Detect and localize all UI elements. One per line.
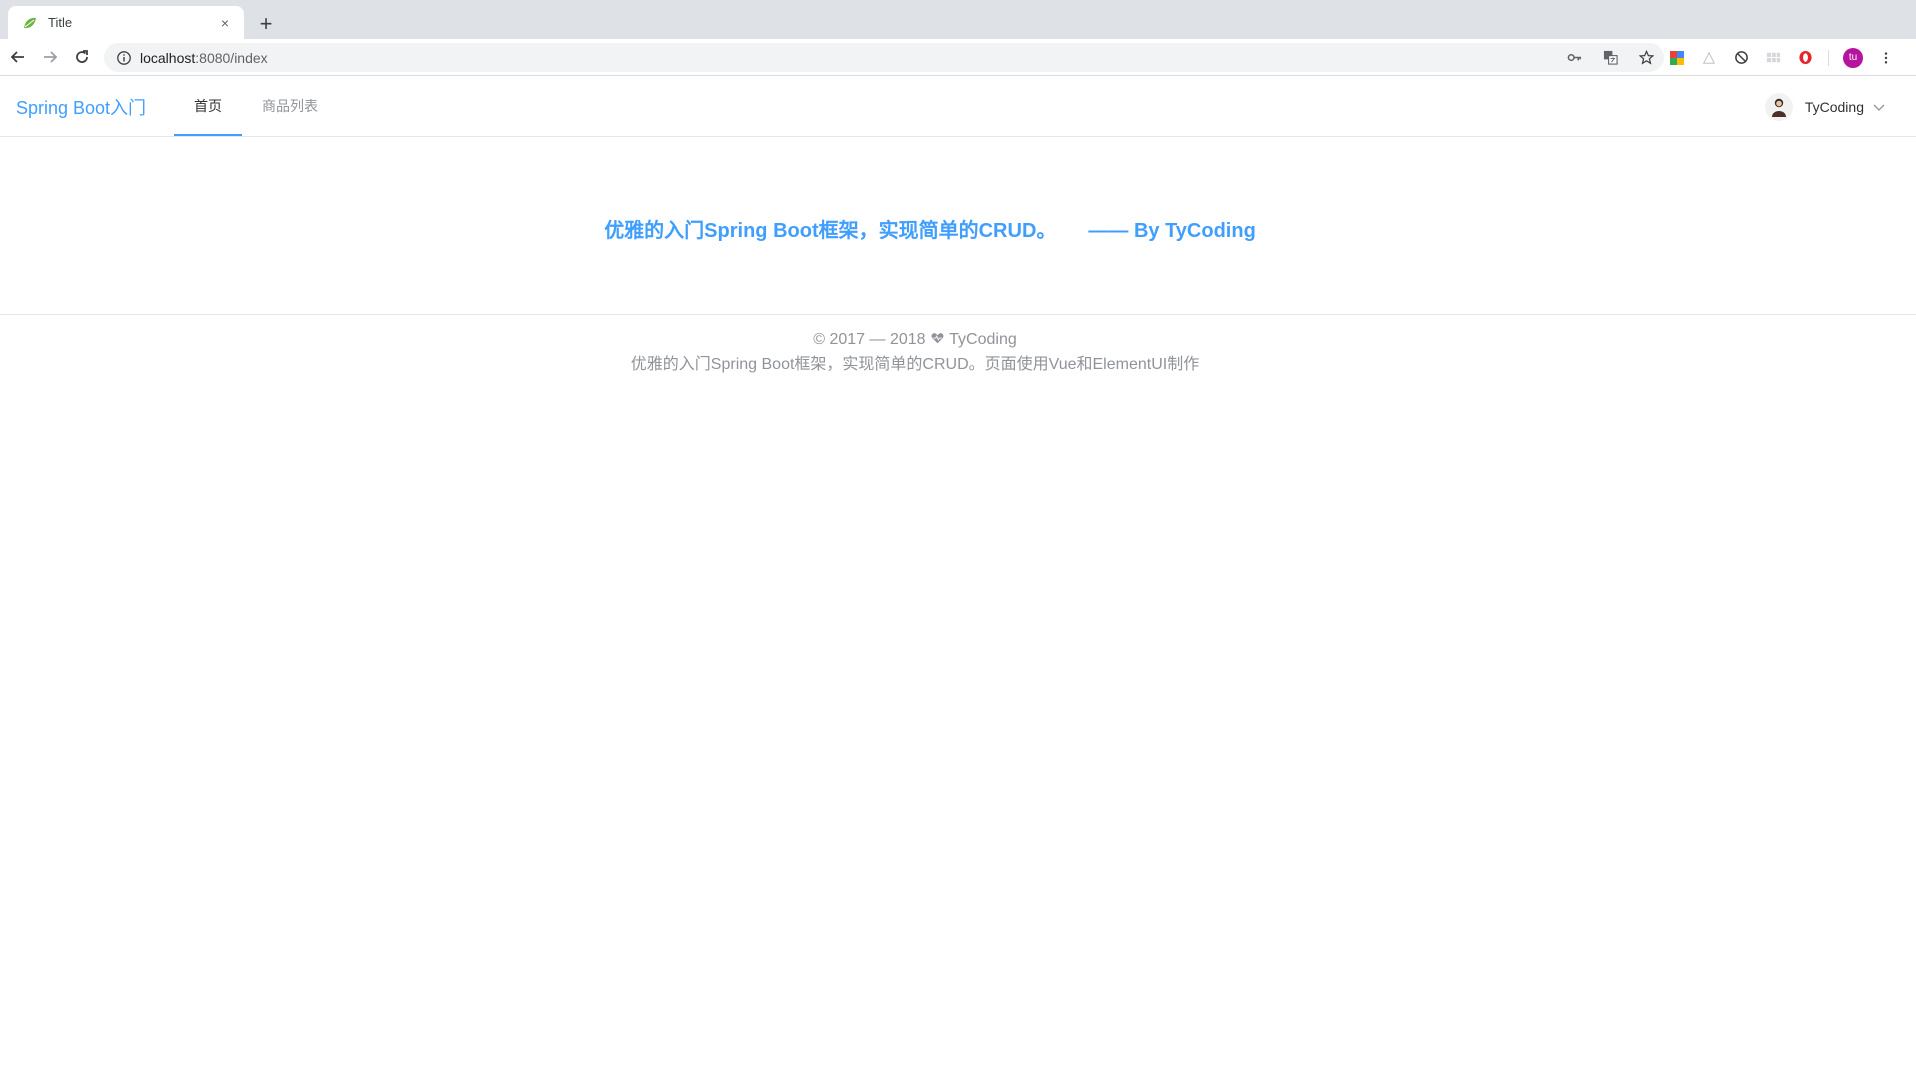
browser-tab[interactable]: Title × — [8, 6, 244, 39]
color-palette-extension-icon[interactable] — [1668, 49, 1686, 67]
footer-description: 优雅的入门Spring Boot框架，实现简单的CRUD。页面使用Vue和Ele… — [630, 356, 1200, 373]
back-button[interactable] — [3, 42, 33, 72]
opera-extension-icon[interactable] — [1796, 49, 1814, 67]
browser-tab-strip: Title × + — [0, 0, 1916, 39]
page-footer: © 2017 — 2018 TyCoding 优雅的入门Spring Boot框… — [0, 314, 1916, 377]
reload-button[interactable] — [67, 42, 97, 72]
browser-toolbar: localhost:8080/index tu — [0, 39, 1916, 76]
reload-icon — [76, 50, 88, 63]
copyright-author: TyCoding — [949, 331, 1017, 348]
omnibox-actions — [1564, 43, 1656, 72]
kebab-menu-icon[interactable] — [1877, 49, 1895, 67]
nav-item-home[interactable]: 首页 — [174, 76, 242, 136]
profile-avatar[interactable]: tu — [1843, 47, 1863, 68]
brand-logo[interactable]: Spring Boot入门 — [16, 94, 146, 120]
avatar — [1764, 93, 1793, 121]
new-tab-button[interactable]: + — [252, 10, 280, 38]
tab-title: Title — [48, 15, 73, 30]
toolbar-divider — [1828, 49, 1829, 66]
warning-extension-icon[interactable] — [1700, 49, 1718, 67]
grid-extension-icon[interactable] — [1764, 49, 1782, 67]
url-path: :8080/index — [195, 49, 268, 66]
heart-icon — [931, 333, 944, 344]
hero-headline: 优雅的入门Spring Boot框架，实现简单的CRUD。 — [604, 220, 1057, 242]
translate-icon[interactable] — [1600, 48, 1620, 68]
sync-extension-icon[interactable] — [1732, 49, 1750, 67]
chevron-down-icon — [1873, 104, 1885, 111]
close-icon[interactable]: × — [216, 14, 234, 32]
copyright-years: © 2017 — 2018 — [813, 331, 926, 348]
address-bar[interactable]: localhost:8080/index — [104, 43, 1664, 72]
user-name: TyCoding — [1804, 99, 1864, 115]
key-icon[interactable] — [1564, 48, 1584, 68]
user-dropdown[interactable]: TyCoding — [1764, 92, 1886, 122]
forward-button[interactable] — [35, 42, 65, 72]
hero-byline: —— By TyCoding — [1088, 220, 1256, 242]
hero-slogan: 优雅的入门Spring Boot框架，实现简单的CRUD。 —— By TyCod… — [0, 214, 1860, 243]
url-host: localhost — [140, 49, 196, 66]
footer-copyright: © 2017 — 2018 TyCoding — [0, 327, 1830, 352]
star-icon[interactable] — [1636, 48, 1656, 68]
spring-leaf-icon — [22, 15, 38, 31]
arrow-right-icon — [44, 51, 58, 63]
nav-item-product-list[interactable]: 商品列表 — [242, 76, 338, 136]
arrow-left-icon — [10, 51, 24, 63]
info-icon[interactable] — [116, 50, 132, 66]
extensions-area: tu — [1668, 43, 1895, 72]
app-header: Spring Boot入门 首页 商品列表 TyCoding — [0, 76, 1916, 137]
